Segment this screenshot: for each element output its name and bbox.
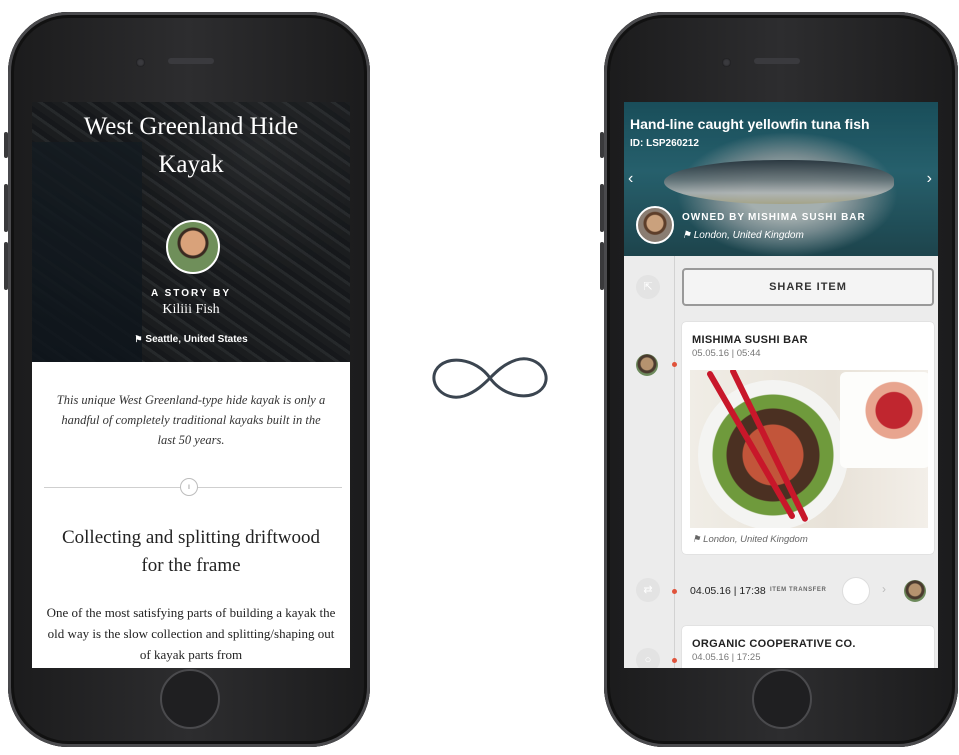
home-button bbox=[160, 669, 220, 729]
story-hero: West Greenland Hide Kayak A STORY BY Kil… bbox=[32, 102, 350, 362]
item-id: ID: LSP260212 bbox=[630, 138, 699, 149]
timeline-dot bbox=[672, 362, 677, 367]
sender-avatar bbox=[842, 577, 870, 605]
owner-avatar[interactable] bbox=[636, 206, 674, 244]
section-title: Collecting and splitting driftwood for t… bbox=[61, 527, 321, 576]
event-title: ORGANIC COOPERATIVE CO. bbox=[692, 638, 856, 650]
timeline-dot bbox=[672, 589, 677, 594]
share-icon: ⇱ bbox=[636, 275, 660, 299]
event-location: ⚑ London, United Kingdom bbox=[692, 534, 808, 545]
volume-up-button bbox=[4, 184, 8, 232]
owner-name[interactable]: MISHIMA SUSHI BAR bbox=[748, 212, 866, 223]
item-title: Hand-line caught yellowfin tuna fish bbox=[630, 116, 870, 132]
story-location: ⚑ Seattle, United States bbox=[32, 334, 350, 345]
share-item-button[interactable]: SHARE ITEM bbox=[682, 268, 934, 306]
event-title: MISHIMA SUSHI BAR bbox=[692, 334, 808, 346]
transfer-time: 04.05.16 | 17:38 bbox=[690, 585, 766, 597]
event-photo[interactable] bbox=[690, 370, 928, 528]
flag-icon: ⚑ bbox=[682, 230, 691, 241]
byline-label: A STORY BY bbox=[150, 288, 231, 299]
owner-label: OWNED BY bbox=[682, 212, 745, 223]
tuna-photo bbox=[664, 160, 894, 204]
author-avatar[interactable] bbox=[166, 220, 220, 274]
section-body: One of the most satisfying parts of buil… bbox=[46, 605, 336, 662]
front-camera bbox=[722, 58, 731, 67]
section-divider: ı bbox=[32, 478, 350, 496]
story-title: West Greenland Hide Kayak bbox=[83, 113, 299, 178]
flag-icon: ⚑ bbox=[134, 334, 143, 344]
story-location-text: Seattle, United States bbox=[145, 334, 248, 345]
story-intro: This unique West Greenland-type hide kay… bbox=[56, 393, 326, 447]
chevron-right-icon: › bbox=[882, 582, 886, 596]
volume-down-button bbox=[4, 242, 8, 290]
transfer-event[interactable]: 04.05.16 | 17:38 ITEM TRANSFER › bbox=[682, 574, 934, 608]
timeline-dot bbox=[672, 658, 677, 663]
item-screen: Hand-line caught yellowfin tuna fish ID:… bbox=[624, 102, 938, 668]
earpiece-speaker bbox=[168, 58, 214, 64]
event-time: 04.05.16 | 17:25 bbox=[692, 652, 761, 663]
home-button bbox=[752, 669, 812, 729]
divider-marker-icon: ı bbox=[180, 478, 198, 496]
timeline-event-card[interactable]: MISHIMA SUSHI BAR 05.05.16 | 05:44 ⚑ Lon… bbox=[682, 322, 934, 554]
owner-location: ⚑ London, United Kingdom bbox=[682, 230, 804, 241]
event-location-text: London, United Kingdom bbox=[703, 534, 808, 545]
right-phone: Hand-line caught yellowfin tuna fish ID:… bbox=[600, 12, 958, 747]
transfer-label: ITEM TRANSFER bbox=[770, 587, 827, 593]
front-camera bbox=[136, 58, 145, 67]
left-phone: West Greenland Hide Kayak A STORY BY Kil… bbox=[4, 12, 370, 747]
timeline-event-card[interactable]: ORGANIC COOPERATIVE CO. 04.05.16 | 17:25 bbox=[682, 626, 934, 668]
story-screen: West Greenland Hide Kayak A STORY BY Kil… bbox=[32, 102, 350, 668]
chevron-right-icon[interactable]: › bbox=[927, 170, 932, 188]
item-hero: Hand-line caught yellowfin tuna fish ID:… bbox=[624, 102, 938, 256]
mute-switch bbox=[4, 132, 8, 158]
transfer-icon: ⇄ bbox=[636, 578, 660, 602]
mute-switch bbox=[600, 132, 604, 158]
volume-down-button bbox=[600, 242, 604, 290]
event-time: 05.05.16 | 05:44 bbox=[692, 348, 761, 359]
origin-icon: ○ bbox=[636, 648, 660, 668]
sashimi-plate bbox=[840, 372, 928, 468]
infinity-icon bbox=[432, 357, 548, 399]
flag-icon: ⚑ bbox=[692, 534, 701, 545]
earpiece-speaker bbox=[754, 58, 800, 64]
receiver-avatar bbox=[904, 580, 926, 602]
owner-location-text: London, United Kingdom bbox=[693, 230, 804, 241]
author-name[interactable]: Kiliii Fish bbox=[32, 302, 350, 318]
volume-up-button bbox=[600, 184, 604, 232]
chevron-left-icon[interactable]: ‹ bbox=[628, 170, 633, 188]
owner-line: OWNED BY MISHIMA SUSHI BAR bbox=[682, 212, 866, 223]
timeline-rail bbox=[674, 256, 675, 668]
event-avatar bbox=[636, 354, 658, 376]
item-timeline[interactable]: ⇱ SHARE ITEM MISHIMA SUSHI BAR 05.05.16 … bbox=[624, 256, 938, 668]
